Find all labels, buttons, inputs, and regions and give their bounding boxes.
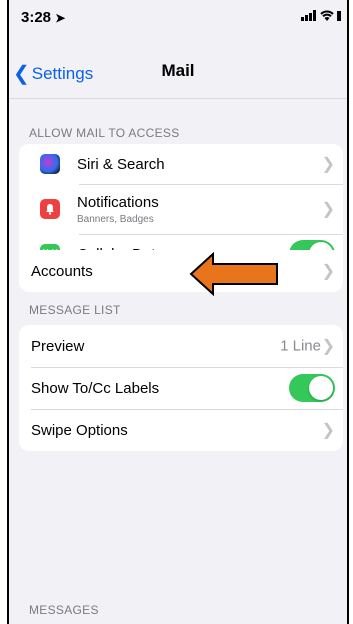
wifi-icon <box>320 10 337 24</box>
swipe-options-label: Swipe Options <box>31 421 128 439</box>
message-list-group: Preview 1 Line ❯ Show To/Cc Labels Swipe… <box>19 325 343 451</box>
chevron-right-icon: ❯ <box>321 338 335 355</box>
navigation-bar: ❮ Settings Mail <box>9 34 347 99</box>
status-time: 3:28 ➤ <box>21 9 66 26</box>
notifications-row[interactable]: Notifications Banners, Badges ❯ <box>19 184 343 234</box>
section-header-message-list: MESSAGE LIST <box>29 303 121 317</box>
show-to-cc-label: Show To/Cc Labels <box>31 379 160 397</box>
siri-icon <box>40 154 60 174</box>
status-bar: 3:28 ➤ <box>9 0 347 34</box>
accounts-group: Accounts ❯ <box>19 250 343 292</box>
show-to-cc-toggle[interactable] <box>289 374 335 402</box>
swipe-options-row[interactable]: Swipe Options ❯ <box>19 409 343 451</box>
siri-search-label: Siri & Search <box>77 155 165 173</box>
bell-icon <box>40 199 60 219</box>
accounts-row[interactable]: Accounts ❯ <box>19 250 343 292</box>
section-header-messages: MESSAGES <box>29 603 99 617</box>
status-icons <box>300 10 341 24</box>
chevron-right-icon: ❯ <box>321 263 335 280</box>
toggle-knob <box>309 376 333 400</box>
page-title: Mail <box>161 61 195 80</box>
notifications-sublabel: Banners, Badges <box>77 213 154 225</box>
chevron-right-icon: ❯ <box>321 422 335 439</box>
signal-bars-icon <box>300 10 320 24</box>
notifications-label: Notifications <box>77 193 159 211</box>
preview-row[interactable]: Preview 1 Line ❯ <box>19 325 343 367</box>
phone-screen: 3:28 ➤ ❮ Settings Mail ALLOW MAIL TO ACCE… <box>7 0 349 624</box>
siri-search-row[interactable]: Siri & Search ❯ <box>19 144 343 184</box>
accounts-label: Accounts <box>31 262 93 280</box>
location-arrow-icon: ➤ <box>55 11 66 25</box>
section-header-allow: ALLOW MAIL TO ACCESS <box>29 126 180 140</box>
preview-value: 1 Line <box>280 337 321 355</box>
preview-label: Preview <box>31 337 85 355</box>
annotation-arrow-icon <box>189 252 278 296</box>
battery-icon <box>337 11 341 21</box>
chevron-right-icon: ❯ <box>321 156 335 173</box>
show-to-cc-row: Show To/Cc Labels <box>19 367 343 409</box>
chevron-right-icon: ❯ <box>321 201 335 218</box>
